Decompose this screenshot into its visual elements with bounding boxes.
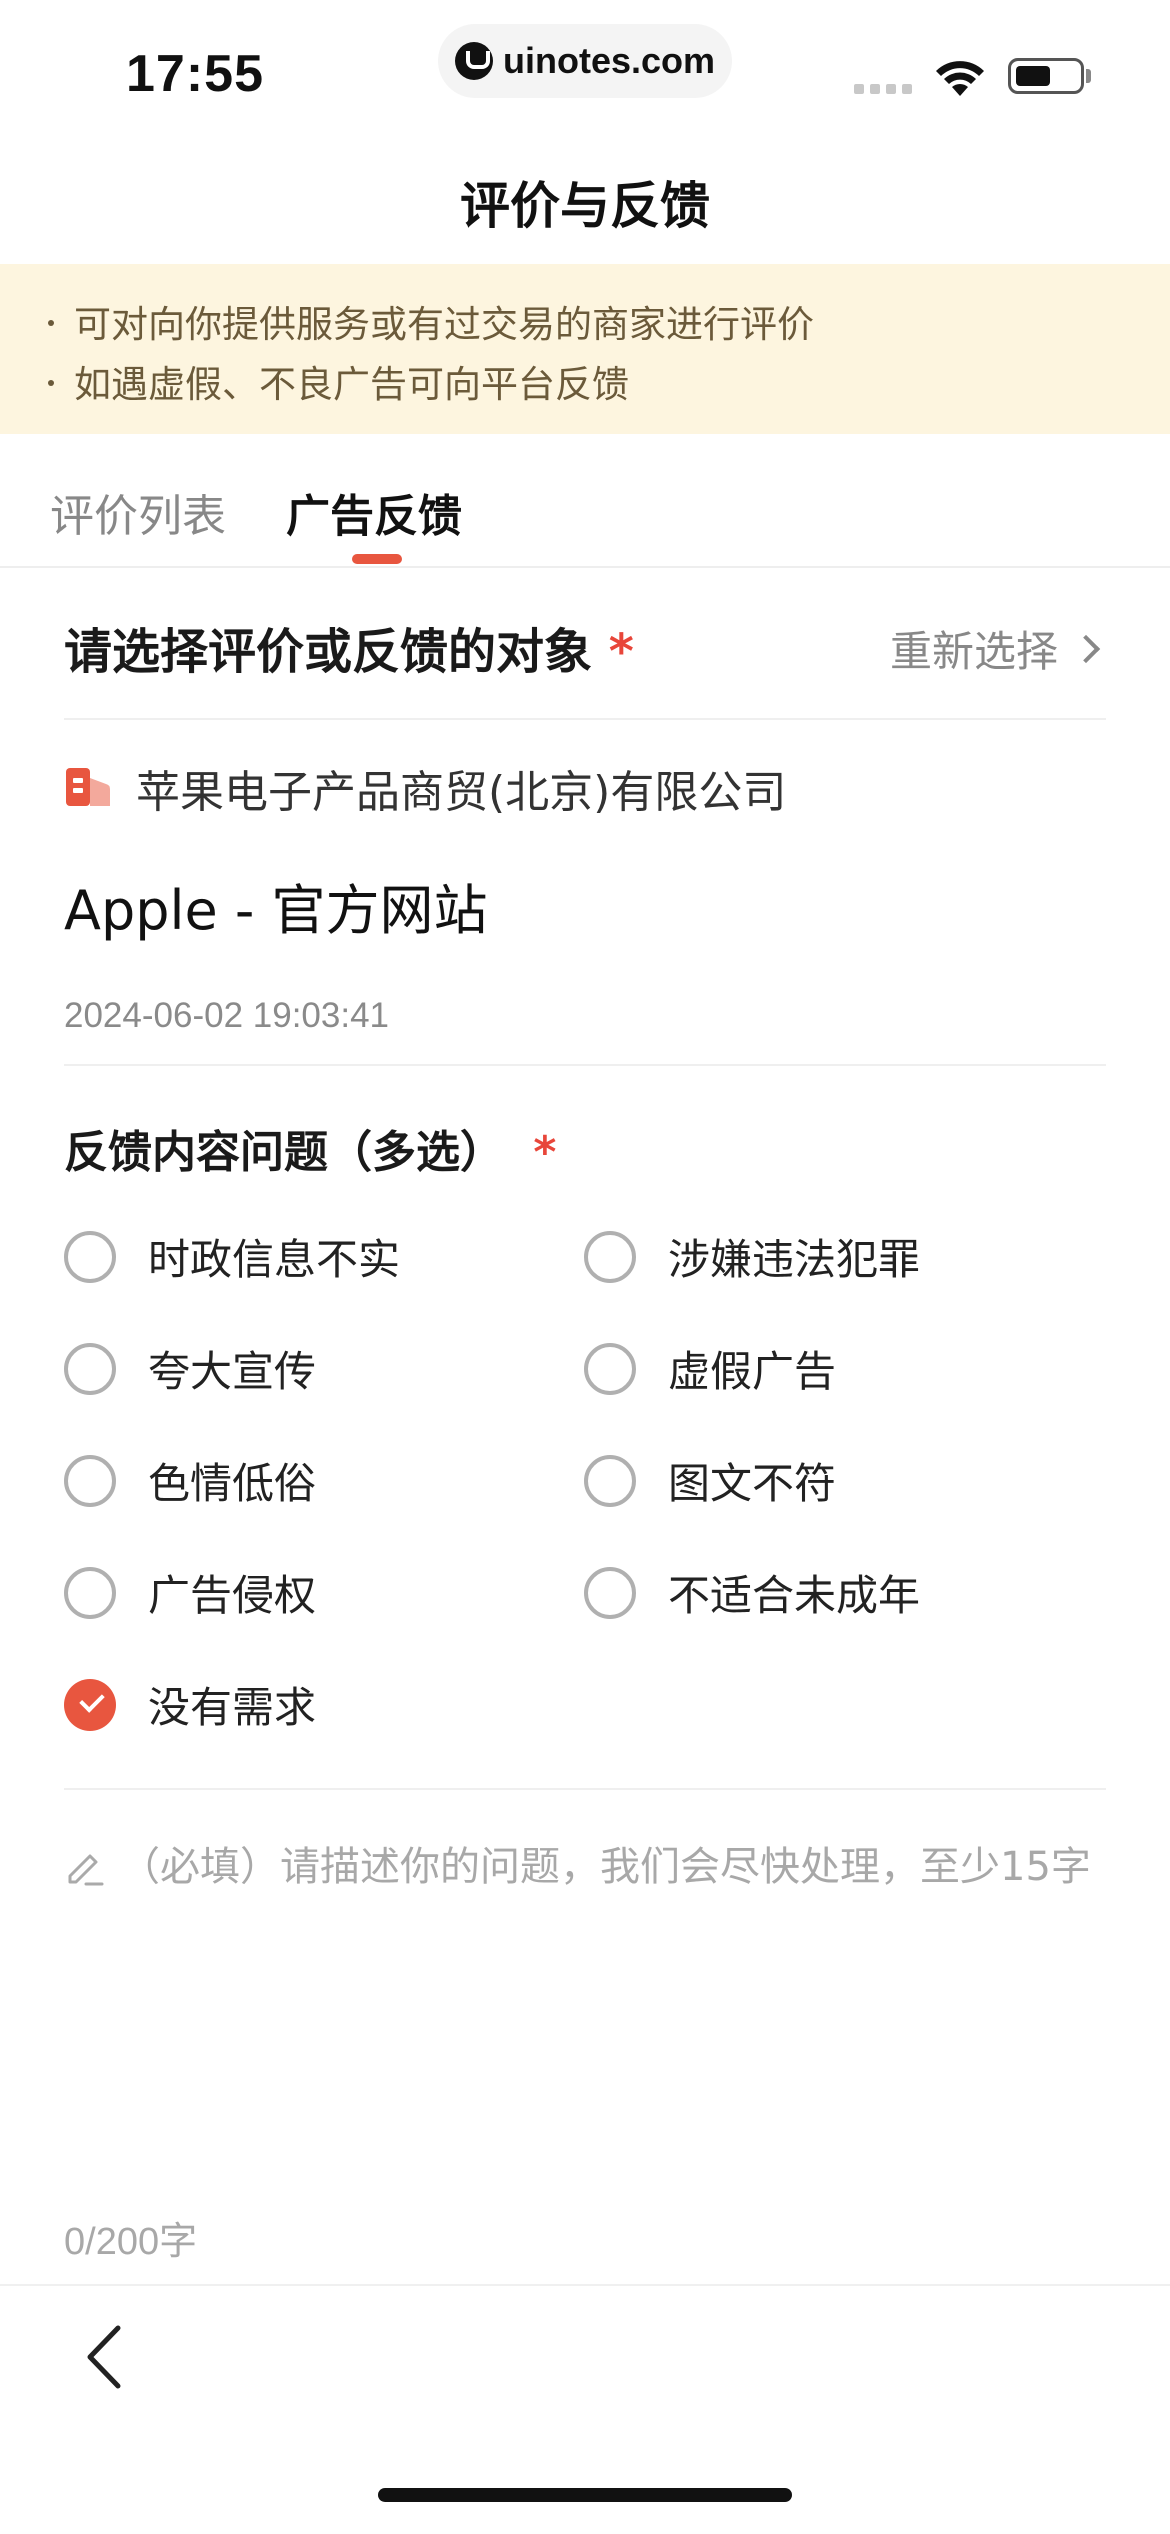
notice-line: 可对向你提供服务或有过交易的商家进行评价 <box>48 294 814 348</box>
notice-line: 如遇虚假、不良广告可向平台反馈 <box>48 354 629 408</box>
option-illegal[interactable]: 涉嫌违法犯罪 <box>584 1226 920 1287</box>
checkbox[interactable] <box>584 1342 636 1395</box>
required-mark: * <box>533 1127 557 1178</box>
site-logo-icon <box>454 42 493 80</box>
chevron-right-icon <box>1071 634 1101 663</box>
page-title: 评价与反馈 <box>460 177 710 235</box>
url-text: uinotes.com <box>502 40 716 81</box>
company-name: 苹果电子产品商贸(北京)有限公司 <box>136 767 787 818</box>
tab-review-list[interactable]: 评价列表 <box>50 480 226 544</box>
target-section-title: 请选择评价或反馈的对象 * <box>64 624 634 680</box>
char-counter: 0/200字 <box>64 2221 198 2263</box>
battery-cap <box>1086 69 1091 83</box>
building-icon <box>66 768 110 806</box>
chevron-left-icon[interactable] <box>82 2322 130 2392</box>
checkbox[interactable] <box>64 1230 116 1283</box>
checkbox[interactable] <box>64 1566 116 1619</box>
description-placeholder: （必填）请描述你的问题，我们会尽快处理，至少15字 <box>120 1844 1091 1890</box>
option-political-false[interactable]: 时政信息不实 <box>64 1226 400 1287</box>
checkbox[interactable] <box>584 1566 636 1619</box>
notice-banner: 可对向你提供服务或有过交易的商家进行评价 如遇虚假、不良广告可向平台反馈 <box>0 264 1170 434</box>
option-minors[interactable]: 不适合未成年 <box>584 1562 920 1623</box>
checkbox[interactable] <box>64 1342 116 1395</box>
divider <box>64 1788 1106 1790</box>
bullet-icon <box>48 319 54 326</box>
home-indicator <box>378 2488 792 2502</box>
checkbox-checked[interactable] <box>64 1678 116 1731</box>
ad-timestamp: 2024-06-02 19:03:41 <box>64 996 389 1035</box>
reselect-label: 重新选择 <box>889 627 1058 676</box>
option-false-ad[interactable]: 虚假广告 <box>584 1338 836 1399</box>
divider <box>64 718 1106 720</box>
tab-bar: 评价列表 广告反馈 <box>0 470 1170 568</box>
status-bar: 17:55 uinotes.com <box>0 0 1170 130</box>
checkbox[interactable] <box>64 1454 116 1507</box>
option-exaggerated[interactable]: 夸大宣传 <box>64 1338 316 1399</box>
feedback-section-title: 反馈内容问题（多选） * <box>64 1127 557 1178</box>
battery-icon <box>1008 58 1084 94</box>
bullet-icon <box>48 379 54 386</box>
option-infringement[interactable]: 广告侵权 <box>64 1562 316 1623</box>
divider <box>64 1064 1106 1066</box>
url-pill[interactable]: uinotes.com <box>438 24 732 98</box>
option-mismatch[interactable]: 图文不符 <box>584 1450 836 1511</box>
active-tab-indicator <box>352 554 402 564</box>
required-mark: * <box>608 624 634 680</box>
option-vulgar[interactable]: 色情低俗 <box>64 1450 316 1511</box>
checkbox[interactable] <box>584 1454 636 1507</box>
cellular-signal-icon <box>854 84 912 94</box>
tab-ad-feedback[interactable]: 广告反馈 <box>286 480 462 544</box>
option-no-need[interactable]: 没有需求 <box>64 1674 316 1735</box>
ad-site-title: Apple - 官方网站 <box>64 879 488 942</box>
checkbox[interactable] <box>584 1230 636 1283</box>
status-time: 17:55 <box>126 45 264 103</box>
reselect-button[interactable]: 重新选择 <box>889 618 1101 679</box>
wifi-icon <box>936 61 984 96</box>
